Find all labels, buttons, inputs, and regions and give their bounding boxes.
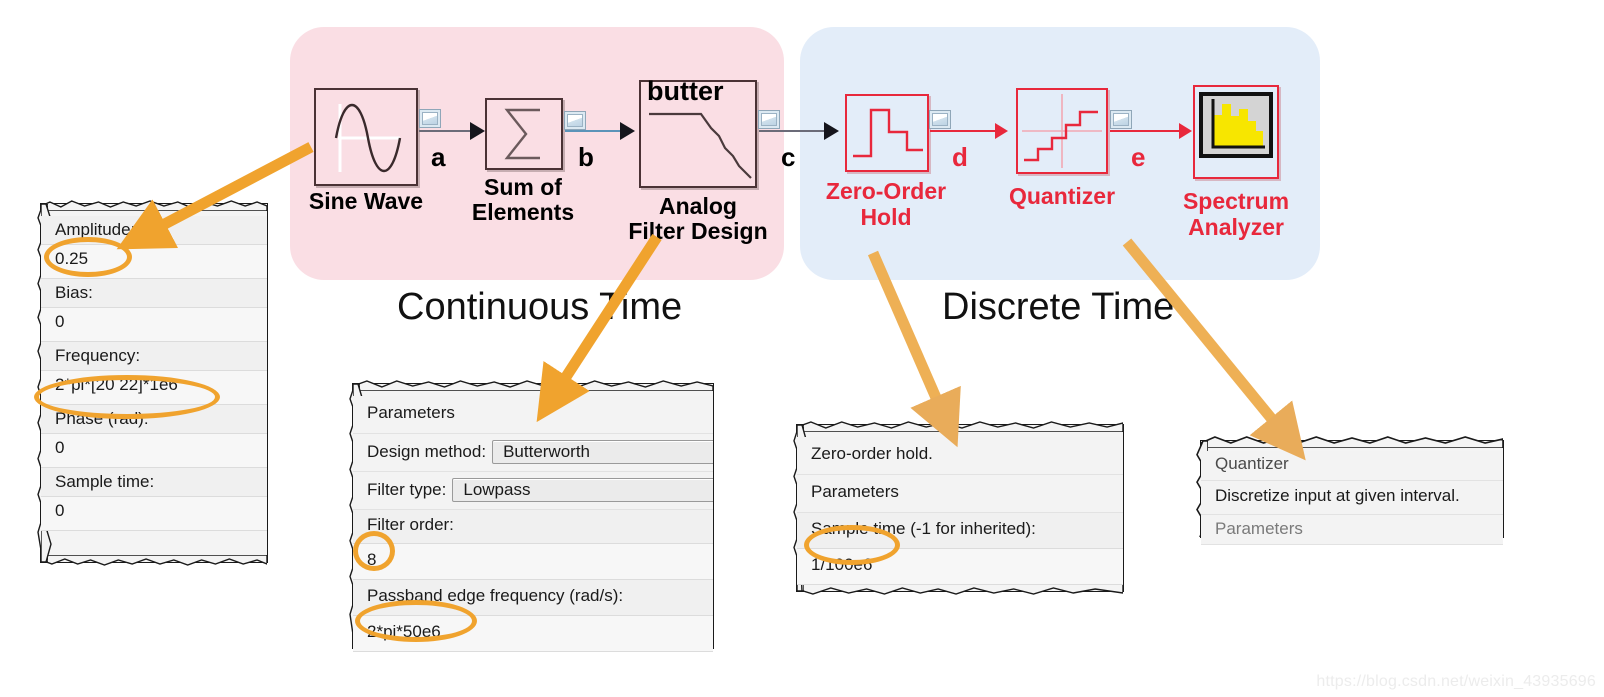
sine-wave-block[interactable] (314, 88, 418, 186)
spectrum-analyzer-label-line2: Analyzer (1188, 214, 1284, 240)
sine-wave-parameters-panel[interactable]: Amplitude: 0.25 Bias: 0 Frequency: 2*pi*… (37, 200, 268, 566)
watermark-text: https://blog.csdn.net/weixin_43935696 (1316, 673, 1596, 690)
torn-edge-bottom (797, 584, 1123, 595)
summation-sigma-icon (504, 108, 540, 160)
sum-of-elements-block[interactable] (485, 98, 563, 170)
quantizer-panel-title: Quantizer (1201, 451, 1503, 481)
zoh-sample-time-value[interactable]: 1/100e6 (797, 549, 1123, 585)
butter-inner-label: butter (647, 76, 724, 106)
analog-filter-design-block[interactable]: butter (639, 76, 757, 188)
amplitude-value[interactable]: 0.25 (41, 245, 267, 279)
torn-edge-top (797, 421, 1123, 432)
zero-order-hold-block[interactable] (845, 94, 929, 172)
wire-a (419, 130, 473, 132)
frequency-label: Frequency: (41, 342, 267, 371)
analog-filter-label-line2: Filter Design (628, 218, 768, 244)
bias-label: Bias: (41, 279, 267, 308)
zoh-sample-time-label: Sample time (-1 for inherited): (797, 513, 1123, 549)
wire-d-arrowhead-icon (995, 123, 1008, 139)
phase-value[interactable]: 0 (41, 434, 267, 468)
passband-value[interactable]: 2*pi*50e6 (353, 616, 713, 652)
zero-order-hold-label-line1: Zero-Order (825, 178, 947, 204)
zero-order-hold-parameters-panel[interactable]: Zero-order hold. Parameters Sample time … (793, 421, 1124, 595)
wire-c-arrowhead-icon (824, 122, 839, 140)
sine-wave-label: Sine Wave (308, 188, 424, 214)
quantizer-block[interactable] (1016, 88, 1108, 174)
wire-e (1110, 130, 1182, 132)
signal-label-e: e (1131, 142, 1146, 172)
sum-of-elements-label-line2: Elements (471, 199, 575, 225)
spectrum-analyzer-block[interactable] (1193, 85, 1279, 179)
filter-type-row[interactable]: Filter type: Lowpass (353, 472, 713, 510)
filter-type-dropdown[interactable]: Lowpass (452, 478, 713, 502)
zoh-scope-badge-icon[interactable] (929, 110, 951, 129)
amplitude-label: Amplitude: (41, 216, 267, 245)
wire-c (759, 130, 827, 132)
wire-e-arrowhead-icon (1179, 123, 1192, 139)
design-method-dropdown[interactable]: Butterworth (492, 440, 713, 464)
quantizer-description: Discretize input at given interval. (1201, 481, 1503, 515)
quantizer-parameters-panel[interactable]: Quantizer Discretize input at given inte… (1196, 436, 1504, 545)
filter-order-value[interactable]: 8 (353, 544, 713, 580)
quantizer-scope-badge-icon[interactable] (1110, 110, 1132, 129)
torn-edge-top (1201, 436, 1503, 448)
sum-of-elements-label-line1: Sum of (484, 174, 562, 200)
bias-value[interactable]: 0 (41, 308, 267, 342)
quantizer-stairs-icon (1022, 94, 1102, 168)
signal-label-b: b (578, 142, 594, 172)
signal-label-c: c (781, 142, 796, 172)
frequency-value[interactable]: 2*pi*[20 22]*1e6 (41, 371, 267, 405)
analog-filter-parameters-panel[interactable]: Parameters Design method: Butterworth Fil… (349, 380, 714, 652)
analog-filter-label-line1: Analog (659, 193, 737, 219)
signal-label-d: d (952, 142, 968, 172)
sine-wave-icon (334, 104, 402, 172)
wire-d (930, 130, 998, 132)
zero-order-hold-label-line2: Hold (860, 204, 912, 230)
design-method-label: Design method: (367, 442, 487, 461)
wire-a-arrowhead-icon (470, 122, 485, 140)
wire-b (565, 130, 623, 132)
continuous-time-label: Continuous Time (397, 286, 683, 328)
zoh-parameters-heading: Parameters (797, 475, 1123, 513)
filter-parameters-heading: Parameters (353, 396, 713, 434)
wire-b-arrowhead-icon (620, 122, 635, 140)
passband-label: Passband edge frequency (rad/s): (353, 580, 713, 616)
sample-time-value[interactable]: 0 (41, 497, 267, 531)
filter-order-label: Filter order: (353, 510, 713, 544)
design-method-row[interactable]: Design method: Butterworth (353, 434, 713, 472)
quantizer-label: Quantizer (1008, 183, 1116, 209)
discrete-time-label: Discrete Time (942, 286, 1175, 328)
spectrum-analyzer-label-line1: Spectrum (1182, 188, 1290, 214)
zoh-description: Zero-order hold. (797, 437, 1123, 475)
sum-scope-badge-icon[interactable] (564, 111, 586, 130)
sample-time-label: Sample time: (41, 468, 267, 497)
phase-label: Phase (rad): (41, 405, 267, 434)
filter-type-label: Filter type: (367, 480, 447, 499)
signal-label-a: a (431, 142, 446, 172)
spectrum-bars-icon (1199, 92, 1273, 158)
quantizer-parameters-heading: Parameters (1201, 515, 1503, 545)
torn-edge-bottom (41, 555, 267, 566)
torn-edge-top (353, 380, 713, 391)
analog-filter-scope-badge-icon[interactable] (758, 110, 780, 129)
zero-order-hold-icon (853, 108, 923, 158)
sine-wave-scope-badge-icon[interactable] (419, 109, 441, 128)
torn-edge-top (41, 200, 267, 211)
